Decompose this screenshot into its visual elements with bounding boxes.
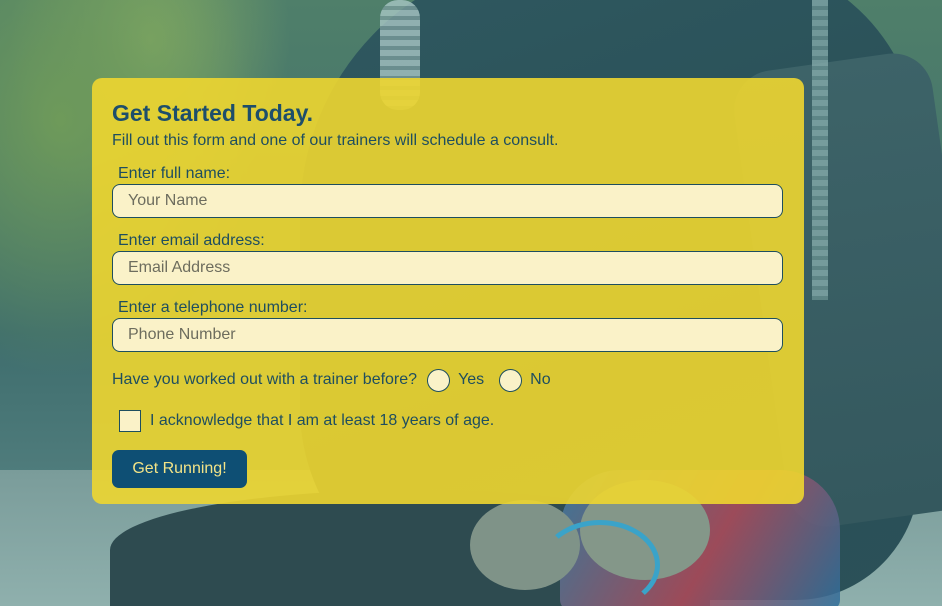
trainer-question-label: Have you worked out with a trainer befor… (112, 371, 418, 388)
age-acknowledgement-checkbox[interactable] (119, 410, 141, 432)
submit-button[interactable]: Get Running! (112, 450, 247, 488)
trainer-no-label[interactable]: No (530, 371, 550, 389)
phone-label: Enter a telephone number: (118, 299, 308, 316)
phone-input[interactable]: Phone Number (112, 318, 783, 352)
name-field-group: Enter full name: Your Name (112, 164, 784, 218)
trainer-no-radio[interactable] (499, 368, 523, 392)
age-acknowledgement-row: I acknowledge that I am at least 18 year… (112, 409, 784, 433)
email-input[interactable]: Email Address (112, 251, 783, 285)
trainer-yes-radio[interactable] (427, 368, 451, 392)
trainer-yes-label[interactable]: Yes (458, 371, 484, 389)
email-field-group: Enter email address: Email Address (112, 231, 784, 285)
form-title: Get Started Today. (112, 100, 314, 126)
trainer-question-row: Have you worked out with a trainer befor… (112, 368, 784, 392)
email-label: Enter email address: (118, 232, 265, 249)
phone-field-group: Enter a telephone number: Phone Number (112, 298, 784, 352)
consult-form: Get Started Today. Fill out this form an… (92, 78, 804, 504)
form-subtitle: Fill out this form and one of our traine… (112, 132, 559, 149)
age-acknowledgement-label[interactable]: I acknowledge that I am at least 18 year… (150, 412, 494, 430)
name-label: Enter full name: (118, 165, 231, 182)
name-input[interactable]: Your Name (112, 184, 783, 218)
